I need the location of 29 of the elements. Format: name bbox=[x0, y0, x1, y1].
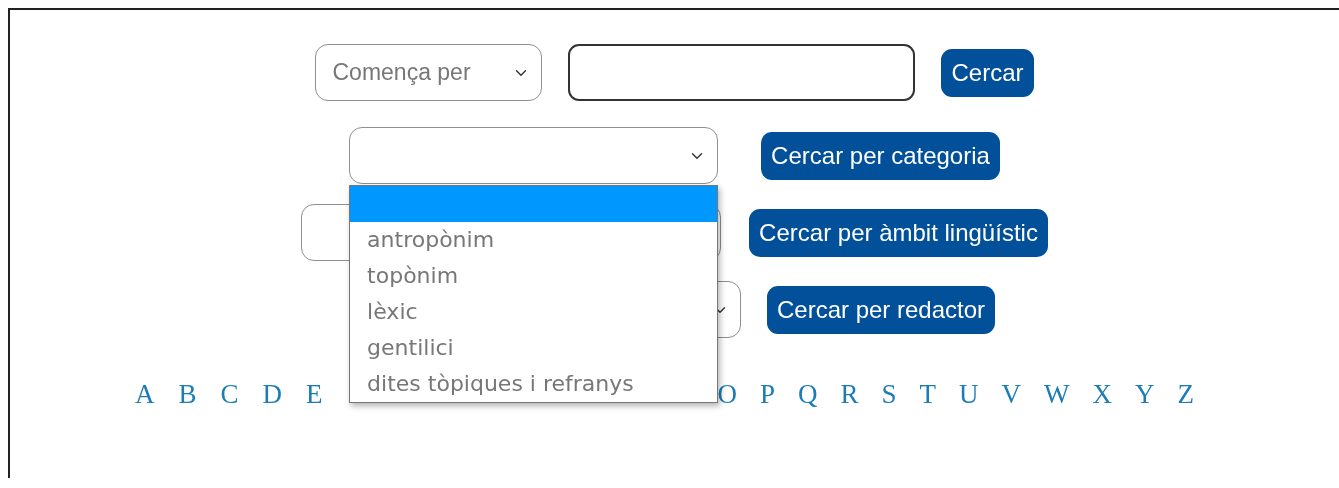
letter-link[interactable]: V bbox=[1001, 374, 1022, 415]
mode-select[interactable]: Comença per bbox=[315, 44, 543, 101]
letter-link[interactable]: Z bbox=[1177, 374, 1195, 415]
dropdown-option[interactable]: gentilici bbox=[350, 330, 718, 366]
letter-link[interactable]: U bbox=[959, 374, 979, 415]
search-field[interactable] bbox=[568, 44, 916, 101]
letter-link[interactable]: P bbox=[760, 374, 776, 415]
letter-link[interactable]: W bbox=[1044, 374, 1070, 415]
letter-link[interactable]: A bbox=[135, 374, 155, 415]
letter-link[interactable]: R bbox=[840, 374, 859, 415]
letter-link[interactable]: C bbox=[220, 374, 239, 415]
dropdown-option[interactable]: topònim bbox=[350, 258, 718, 294]
letter-link[interactable]: E bbox=[306, 374, 323, 415]
search-button[interactable]: Cercar per redactor bbox=[766, 285, 996, 334]
search-button[interactable]: Cercar bbox=[941, 48, 1034, 97]
letter-link[interactable]: X bbox=[1092, 374, 1113, 415]
search-button[interactable]: Cercar per categoria bbox=[761, 131, 1000, 180]
letter-link[interactable]: O bbox=[717, 374, 738, 415]
letter-link[interactable]: Y bbox=[1135, 374, 1155, 415]
dropdown-select[interactable] bbox=[349, 127, 719, 184]
dropdown-option[interactable]: antropònim bbox=[350, 222, 718, 258]
letter-link[interactable]: Q bbox=[798, 374, 818, 415]
letter-link[interactable]: T bbox=[919, 374, 937, 415]
letter-link[interactable]: S bbox=[881, 374, 897, 415]
dropdown-option[interactable]: lèxic bbox=[350, 294, 718, 330]
search-button[interactable]: Cercar per àmbit lingüístic bbox=[749, 208, 1048, 257]
letter-link[interactable]: B bbox=[178, 374, 197, 415]
letter-link[interactable]: D bbox=[262, 374, 283, 415]
dropdown-option[interactable]: dites tòpiques i refranys bbox=[350, 366, 718, 402]
